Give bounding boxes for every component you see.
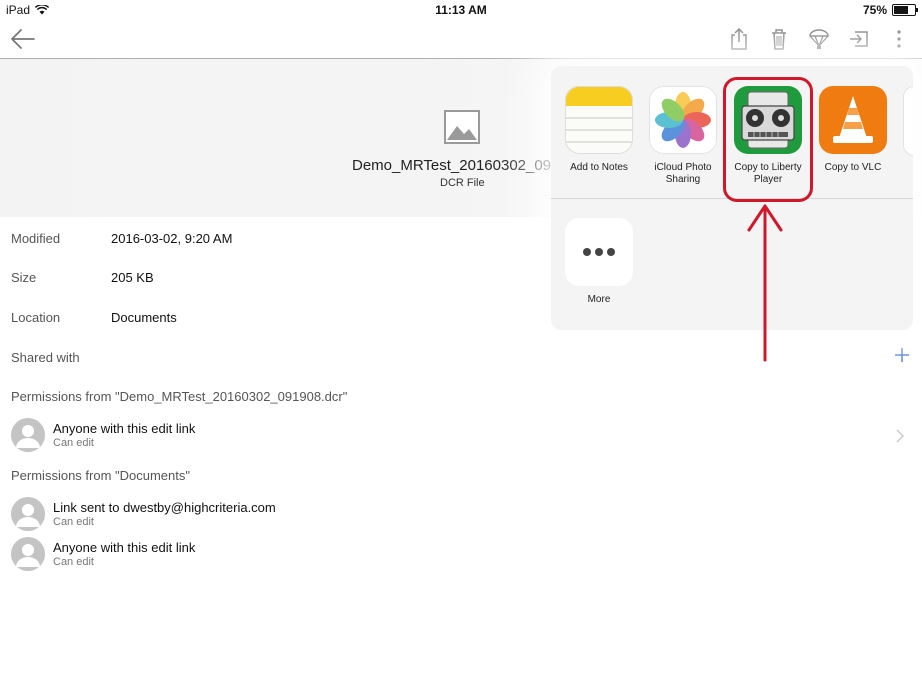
- permission-entry[interactable]: Anyone with this edit link Can edit: [11, 537, 891, 571]
- detail-label: Modified: [11, 231, 61, 246]
- arrow-left-icon[interactable]: [8, 25, 38, 53]
- permission-role: Can edit: [53, 516, 94, 528]
- file-type: DCR File: [440, 177, 485, 189]
- shared-with-label: Shared with: [11, 350, 80, 365]
- status-time: 11:13 AM: [435, 3, 487, 17]
- battery-percent: 75%: [862, 3, 887, 17]
- share-app-label: More: [587, 294, 611, 305]
- avatar-icon: [11, 497, 45, 531]
- detail-value: 205 KB: [111, 270, 154, 285]
- annotation-highlight: [723, 77, 813, 202]
- detail-label: Size: [11, 270, 37, 285]
- share-app-label: Copy to VLC: [824, 162, 882, 173]
- annotation-arrow-icon: [747, 204, 783, 362]
- nav-bar: [0, 20, 922, 59]
- permission-group-title: Permissions from "Documents": [11, 468, 190, 483]
- share-app-label: iCloud Photo Sharing: [654, 162, 712, 185]
- plus-icon[interactable]: [893, 346, 911, 364]
- battery-fill: [894, 6, 908, 14]
- photos-icon: [649, 86, 717, 154]
- permission-entry[interactable]: Anyone with this edit link Can edit: [11, 418, 891, 452]
- avatar-icon: [11, 418, 45, 452]
- notes-icon: [565, 86, 633, 154]
- share-app-partial[interactable]: [903, 86, 913, 156]
- vlc-cone-icon: [819, 86, 887, 154]
- more-horizontal-icon: [565, 218, 633, 286]
- share-icon[interactable]: [726, 26, 752, 52]
- detail-value[interactable]: Documents: [111, 310, 177, 325]
- permission-name: Anyone with this edit link: [53, 540, 196, 555]
- battery-icon: [892, 4, 918, 16]
- more-vertical-icon[interactable]: [886, 26, 912, 52]
- permission-entry[interactable]: Link sent to dwestby@highcriteria.com Ca…: [11, 497, 891, 531]
- permission-name: Anyone with this edit link: [53, 421, 196, 436]
- avatar-icon: [11, 537, 45, 571]
- file-name: Demo_MRTest_20160302_0919: [352, 157, 552, 174]
- detail-label: Location: [11, 310, 61, 325]
- offline-icon[interactable]: [806, 26, 832, 52]
- detail-value: 2016-03-02, 9:20 AM: [111, 231, 233, 246]
- permission-group-title: Permissions from "Demo_MRTest_20160302_0…: [11, 389, 348, 404]
- move-icon[interactable]: [846, 26, 872, 52]
- status-bar: iPad 11:13 AM 75%: [0, 0, 922, 20]
- chevron-right-icon[interactable]: [895, 429, 905, 443]
- trash-icon[interactable]: [766, 26, 792, 52]
- share-app-label: Add to Notes: [570, 162, 628, 173]
- permission-role: Can edit: [53, 556, 94, 568]
- image-placeholder-icon: [444, 110, 480, 144]
- permission-role: Can edit: [53, 437, 94, 449]
- permission-name: Link sent to dwestby@highcriteria.com: [53, 500, 276, 515]
